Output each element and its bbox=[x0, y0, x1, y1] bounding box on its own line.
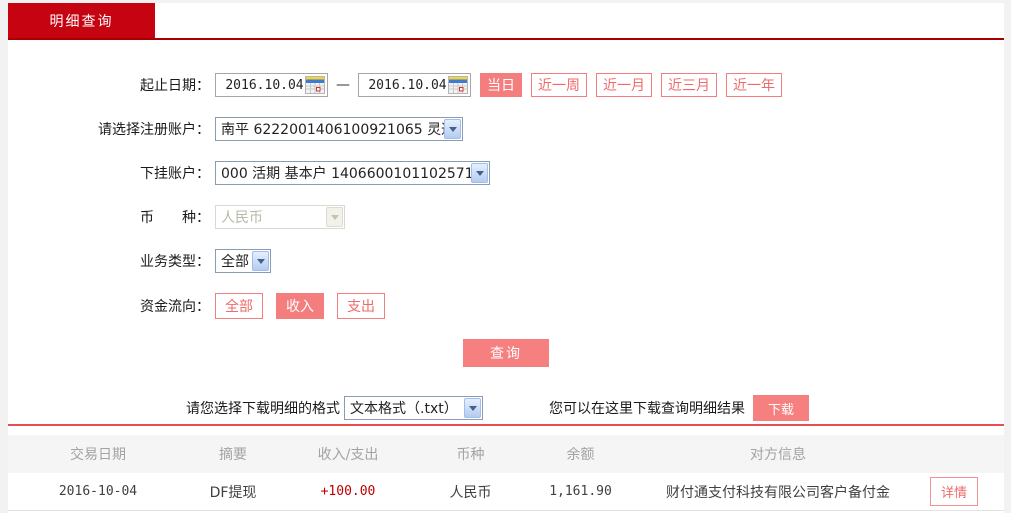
start-date-input[interactable]: 2016.10.04 bbox=[215, 73, 328, 97]
detail-query-page: 明细查询 起止日期： 2016.10.04 — 2016.10.04 当日 近一… bbox=[0, 0, 1011, 513]
quick-range-today-button[interactable]: 当日 bbox=[480, 73, 522, 97]
results-table: 交易日期 摘要 收入/支出 币种 余额 对方信息 2016-10-04 DF提现… bbox=[8, 435, 1004, 511]
download-format-select[interactable]: 文本格式（.txt） bbox=[344, 396, 483, 420]
tab-label: 明细查询 bbox=[49, 13, 114, 30]
header-counterparty: 对方信息 bbox=[750, 447, 806, 463]
register-account-row: 请选择注册账户： 南平 6222001406100921065 灵通卡 bbox=[8, 117, 1004, 141]
query-button[interactable]: 查询 bbox=[463, 339, 549, 367]
download-row: 请您选择下载明细的格式 文本格式（.txt） 您可以在这里下载查询明细结果 下载 bbox=[8, 395, 1004, 421]
table-top-divider bbox=[8, 424, 1004, 426]
date-range-row: 起止日期： 2016.10.04 — 2016.10.04 当日 近一周 近一月… bbox=[8, 73, 1004, 97]
chevron-down-icon[interactable] bbox=[444, 119, 461, 139]
sub-account-row: 下挂账户： 000 活期 基本户 1406600101102571848 bbox=[8, 161, 1004, 185]
download-format-label: 请您选择下载明细的格式 bbox=[186, 401, 340, 417]
business-type-row: 业务类型： 全部 bbox=[8, 249, 1004, 273]
end-date-value: 2016.10.04 bbox=[368, 77, 447, 93]
calendar-icon[interactable] bbox=[448, 76, 468, 94]
sub-account-value: 000 活期 基本户 1406600101102571848 bbox=[221, 166, 471, 182]
header-balance: 余额 bbox=[566, 447, 595, 463]
business-type-label: 业务类型： bbox=[140, 254, 210, 270]
quick-range-year-button[interactable]: 近一年 bbox=[726, 73, 782, 97]
currency-row: 币 种： 人民币 bbox=[8, 205, 1004, 229]
chevron-down-icon[interactable] bbox=[252, 251, 269, 271]
date-range-label: 起止日期： bbox=[140, 78, 210, 94]
register-account-label: 请选择注册账户： bbox=[98, 122, 210, 138]
detail-button[interactable]: 详情 bbox=[929, 477, 978, 506]
quick-range-week-button[interactable]: 近一周 bbox=[531, 73, 587, 97]
quick-range-month-button[interactable]: 近一月 bbox=[596, 73, 652, 97]
fund-flow-all-button[interactable]: 全部 bbox=[215, 293, 263, 319]
header-currency: 币种 bbox=[456, 447, 485, 463]
business-type-select[interactable]: 全部 bbox=[215, 249, 271, 273]
register-account-value: 南平 6222001406100921065 灵通卡 bbox=[221, 122, 444, 138]
cell-summary: DF提现 bbox=[209, 484, 257, 501]
cell-currency: 人民币 bbox=[449, 484, 492, 501]
start-date-value: 2016.10.04 bbox=[225, 77, 304, 93]
header-trade-date: 交易日期 bbox=[70, 447, 126, 463]
table-row: 2016-10-04 DF提现 +100.00 人民币 1,161.90 财付通… bbox=[8, 473, 1004, 511]
query-form: 起止日期： 2016.10.04 — 2016.10.04 当日 近一周 近一月… bbox=[8, 3, 1004, 367]
sub-account-select[interactable]: 000 活期 基本户 1406600101102571848 bbox=[215, 161, 490, 185]
business-type-value: 全部 bbox=[221, 254, 249, 270]
cell-balance: 1,161.90 bbox=[549, 484, 612, 499]
download-button[interactable]: 下载 bbox=[753, 395, 809, 421]
download-format-value: 文本格式（.txt） bbox=[350, 401, 458, 417]
cell-amount: +100.00 bbox=[320, 484, 376, 499]
chevron-down-icon bbox=[326, 207, 343, 227]
download-hint-text: 您可以在这里下载查询明细结果 bbox=[549, 401, 745, 417]
register-account-select[interactable]: 南平 6222001406100921065 灵通卡 bbox=[215, 117, 463, 141]
cell-counterparty: 财付通支付科技有限公司客户备付金 bbox=[666, 484, 890, 501]
currency-label: 币 种： bbox=[140, 210, 210, 226]
sub-account-label: 下挂账户： bbox=[140, 166, 210, 182]
tab-detail-query[interactable]: 明细查询 bbox=[8, 3, 155, 38]
quick-range-3months-button[interactable]: 近三月 bbox=[661, 73, 717, 97]
content-panel: 明细查询 起止日期： 2016.10.04 — 2016.10.04 当日 近一… bbox=[8, 3, 1004, 513]
chevron-down-icon[interactable] bbox=[464, 398, 481, 418]
fund-flow-expense-button[interactable]: 支出 bbox=[337, 293, 385, 319]
calendar-icon[interactable] bbox=[305, 76, 325, 94]
currency-value: 人民币 bbox=[221, 210, 263, 226]
fund-flow-label: 资金流向： bbox=[140, 299, 210, 315]
currency-select: 人民币 bbox=[215, 205, 345, 229]
fund-flow-income-button[interactable]: 收入 bbox=[276, 293, 324, 319]
chevron-down-icon[interactable] bbox=[471, 163, 488, 183]
cell-trade-date: 2016-10-04 bbox=[58, 484, 138, 499]
fund-flow-row: 资金流向： 全部 收入 支出 bbox=[8, 293, 1004, 319]
table-header-row: 交易日期 摘要 收入/支出 币种 余额 对方信息 bbox=[8, 435, 1004, 473]
header-summary: 摘要 bbox=[219, 447, 247, 463]
date-range-separator: — bbox=[336, 77, 350, 93]
end-date-input[interactable]: 2016.10.04 bbox=[358, 73, 471, 97]
tab-underline bbox=[8, 38, 1004, 40]
header-income-expense: 收入/支出 bbox=[317, 447, 379, 463]
